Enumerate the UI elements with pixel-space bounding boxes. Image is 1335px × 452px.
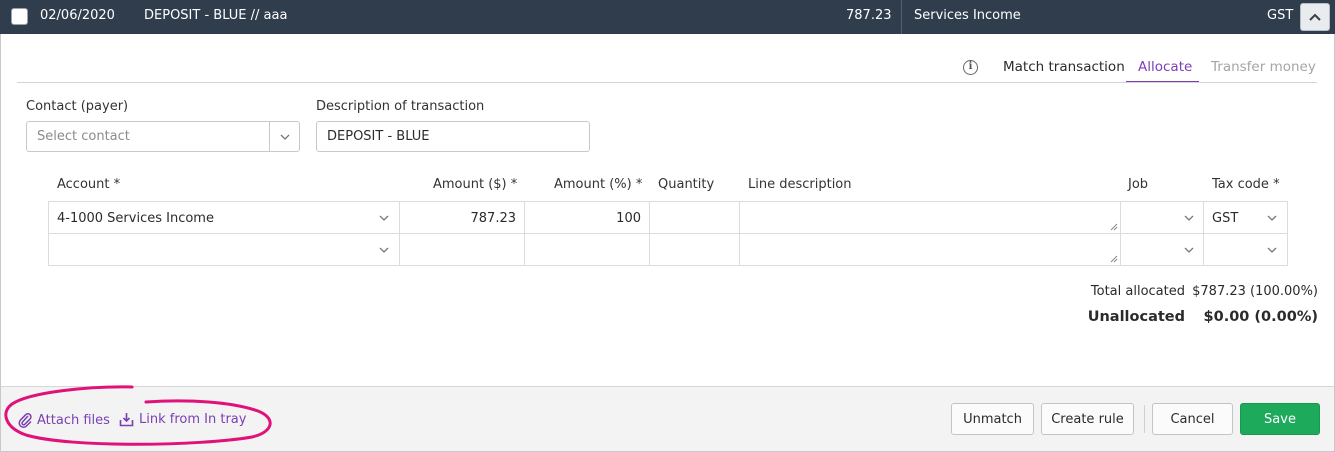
row2-amount-input[interactable] (399, 233, 525, 266)
collapse-button[interactable] (1300, 3, 1330, 31)
row1-job-select[interactable] (1120, 201, 1204, 234)
attach-files-label: Attach files (37, 412, 110, 428)
row1-amount-input[interactable]: 787.23 (399, 201, 525, 234)
transaction-description: DEPOSIT - BLUE // aaa (144, 8, 288, 23)
contact-input[interactable] (27, 122, 269, 151)
chevron-down-icon (379, 247, 389, 253)
row2-job-select[interactable] (1120, 233, 1204, 266)
chevron-down-icon (1267, 215, 1277, 221)
transaction-tax: GST (1267, 8, 1294, 23)
contact-label: Contact (payer) (26, 99, 129, 114)
row1-percent-input[interactable]: 100 (524, 201, 650, 234)
chevron-up-icon (1309, 13, 1321, 21)
panel-footer: Attach files Link from In tray Unmatch C… (1, 386, 1334, 451)
resize-handle-icon[interactable] (1110, 255, 1118, 263)
chevron-down-icon (1184, 215, 1194, 221)
save-button[interactable]: Save (1240, 403, 1320, 435)
tab-allocate[interactable]: Allocate (1138, 59, 1192, 75)
row2-account-select[interactable] (48, 233, 400, 266)
info-icon[interactable]: i (963, 60, 978, 75)
transaction-date: 02/06/2020 (40, 8, 115, 23)
row1-percent-value: 100 (616, 211, 641, 226)
col-header-amount: Amount ($) * (433, 177, 518, 192)
col-header-line-description: Line description (748, 177, 852, 192)
description-label: Description of transaction (316, 99, 485, 114)
row1-tax-code-value: GST (1212, 211, 1239, 226)
contact-dropdown-button[interactable] (269, 122, 299, 151)
tab-match-transaction[interactable]: Match transaction (1003, 59, 1125, 75)
unmatch-button[interactable]: Unmatch (951, 403, 1034, 435)
select-transaction-checkbox[interactable] (11, 8, 28, 25)
header-divider (901, 0, 902, 34)
row1-account-select[interactable]: 4-1000 Services Income (48, 201, 400, 234)
row2-line-description-input[interactable] (739, 233, 1121, 266)
col-header-job: Job (1128, 177, 1149, 192)
row1-tax-code-select[interactable]: GST (1203, 201, 1288, 234)
unallocated-label: Unallocated (1087, 309, 1185, 325)
contact-select[interactable] (26, 121, 300, 152)
unallocated-value: $0.00 (0.00%) (1203, 309, 1318, 325)
row1-amount-value: 787.23 (470, 211, 517, 226)
row2-percent-input[interactable] (524, 233, 650, 266)
resize-handle-icon[interactable] (1110, 223, 1118, 231)
col-header-account: Account * (57, 177, 121, 192)
chevron-down-icon (280, 134, 289, 140)
total-allocated-label: Total allocated (1090, 284, 1185, 299)
link-from-in-tray-label: Link from In tray (139, 412, 247, 427)
tab-transfer-money[interactable]: Transfer money (1211, 59, 1316, 75)
create-rule-button[interactable]: Create rule (1041, 403, 1134, 435)
row2-tax-code-select[interactable] (1203, 233, 1288, 266)
tray-download-icon (119, 413, 134, 427)
chevron-down-icon (379, 215, 389, 221)
transaction-amount: 787.23 (846, 8, 892, 23)
row2-quantity-input[interactable] (649, 233, 740, 266)
total-allocated-value: $787.23 (100.00%) (1192, 284, 1318, 299)
chevron-down-icon (1267, 247, 1277, 253)
footer-divider (1144, 405, 1145, 433)
transaction-account: Services Income (914, 8, 1021, 23)
link-from-in-tray-link[interactable]: Link from In tray (119, 412, 246, 427)
row1-quantity-input[interactable] (649, 201, 740, 234)
tabs-divider (17, 82, 1317, 83)
attach-files-link[interactable]: Attach files (18, 412, 110, 428)
paperclip-icon (18, 413, 32, 428)
chevron-down-icon (1184, 247, 1194, 253)
col-header-quantity: Quantity (658, 177, 715, 192)
row1-line-description-input[interactable] (739, 201, 1121, 234)
cancel-button[interactable]: Cancel (1152, 403, 1233, 435)
description-input[interactable]: DEPOSIT - BLUE (316, 121, 590, 152)
col-header-tax-code: Tax code * (1212, 177, 1280, 192)
col-header-percent: Amount (%) * (554, 177, 643, 192)
transaction-header[interactable]: 02/06/2020 DEPOSIT - BLUE // aaa 787.23 … (0, 0, 1335, 34)
row1-account-value: 4-1000 Services Income (57, 211, 214, 226)
